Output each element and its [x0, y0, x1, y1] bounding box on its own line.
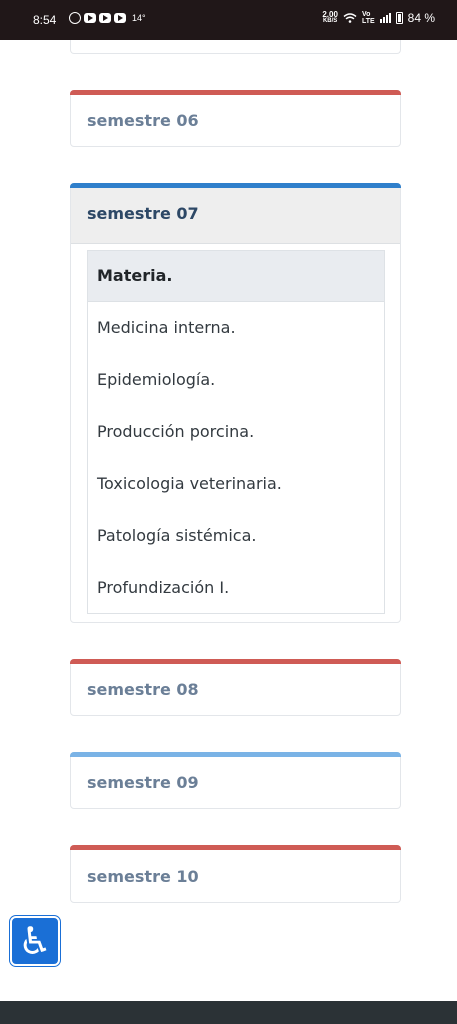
accessibility-button[interactable]: ♿ — [10, 916, 60, 966]
signal-icon — [379, 13, 391, 23]
status-time: 8:54 — [33, 13, 57, 27]
table-row: Toxicologia veterinaria. — [97, 474, 282, 493]
notification-icons: 14° — [69, 12, 146, 24]
table-header: Materia. — [88, 251, 384, 302]
panel-accent-bar — [70, 845, 401, 850]
semester-title[interactable]: semestre 10 — [87, 867, 199, 886]
table-row: Profundización I. — [97, 578, 230, 597]
status-bar: 8:54 14° 2.00 KB/S Vo LTE 84 % — [0, 0, 457, 40]
youtube-icon — [84, 13, 96, 23]
youtube-icon — [114, 13, 126, 23]
semester-panel-07[interactable]: semestre 07 Materia. Medicina interna. E… — [70, 183, 401, 623]
previous-semester-panel — [70, 40, 401, 54]
semester-panel-08[interactable]: semestre 08 — [70, 659, 401, 716]
panel-accent-bar — [70, 90, 401, 95]
status-temperature: 14° — [132, 13, 146, 23]
semester-panel-09[interactable]: semestre 09 — [70, 752, 401, 809]
semester-panel-10[interactable]: semestre 10 — [70, 845, 401, 903]
volte-indicator: Vo LTE — [361, 11, 375, 25]
youtube-icon — [99, 13, 111, 23]
wheelchair-icon: ♿ — [17, 919, 53, 963]
table-row: Epidemiología. — [97, 370, 216, 389]
table-row: Patología sistémica. — [97, 526, 257, 545]
panel-accent-bar — [70, 752, 401, 757]
wifi-icon — [343, 13, 357, 23]
page-footer — [0, 1001, 457, 1024]
panel-accent-bar — [70, 659, 401, 664]
semester-title[interactable]: semestre 07 — [87, 204, 199, 223]
semester-title[interactable]: semestre 08 — [87, 680, 199, 699]
semester-title[interactable]: semestre 09 — [87, 773, 199, 792]
subjects-table: Materia. Medicina interna. Epidemiología… — [87, 250, 385, 614]
semester-panel-06[interactable]: semestre 06 — [70, 90, 401, 147]
network-speed: 2.00 KB/S — [322, 10, 338, 25]
status-indicators: 2.00 KB/S Vo LTE 84 % — [322, 10, 435, 26]
battery-percent: 84 % — [407, 11, 435, 25]
messenger-icon — [69, 12, 81, 24]
panel-accent-bar — [70, 183, 401, 188]
table-row: Medicina interna. — [97, 318, 236, 337]
table-row: Producción porcina. — [97, 422, 255, 441]
semester-title[interactable]: semestre 06 — [87, 111, 199, 130]
battery-icon — [395, 12, 403, 24]
